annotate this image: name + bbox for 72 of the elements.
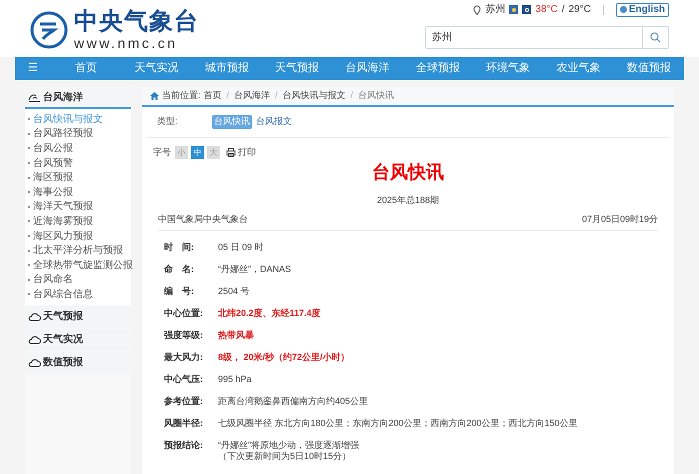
field-label: 强度等级: bbox=[164, 330, 204, 340]
sidebar-section-header[interactable]: 台风海洋 bbox=[25, 87, 131, 109]
breadcrumb-link[interactable]: 首页 bbox=[204, 89, 222, 103]
type-option[interactable]: 台风报文 bbox=[254, 115, 294, 129]
breadcrumb-separator: / bbox=[350, 89, 354, 102]
printer-icon bbox=[226, 148, 236, 158]
sidebar-section-header[interactable]: 天气实况 bbox=[25, 328, 131, 351]
search-icon[interactable] bbox=[650, 32, 661, 43]
sidebar-item[interactable]: 海洋天气预报 bbox=[25, 200, 94, 214]
search-field[interactable]: 苏州 bbox=[425, 26, 669, 49]
breadcrumb-link[interactable]: 台风海洋 bbox=[234, 89, 270, 103]
field-label: 命 名: bbox=[164, 264, 195, 274]
breadcrumb-label: 当前位置: bbox=[162, 89, 201, 102]
breadcrumb-separator: / bbox=[275, 89, 278, 102]
temperature-separator: / bbox=[562, 3, 565, 17]
field-value: “丹娜丝”将原地少动，强度逐渐增强 bbox=[218, 440, 359, 450]
sidebar-item[interactable]: 台风路径预报 bbox=[25, 126, 94, 142]
agency-name: 中国气象局中央气象台 bbox=[158, 213, 248, 226]
sun-icon bbox=[509, 5, 518, 14]
field-value: 8级， 20米/秒（约72公里/小时） bbox=[218, 352, 350, 362]
low-temperature: 29°C bbox=[568, 3, 591, 17]
search-input[interactable]: 苏州 bbox=[426, 30, 642, 45]
sidebar-item[interactable]: 全球热带气旋监测公报 bbox=[25, 258, 134, 273]
field-value: 05 日 09 时 bbox=[218, 242, 264, 252]
field-label: 风圈半径: bbox=[164, 418, 204, 428]
moon-icon bbox=[522, 5, 532, 14]
field-value: 距离台湾鹅銮鼻西偏南方向约405公里 bbox=[218, 396, 368, 406]
field-label: 中心位置: bbox=[164, 308, 204, 318]
breadcrumb-separator: / bbox=[226, 89, 230, 102]
logo-url: www.nmc.cn bbox=[74, 36, 179, 50]
field-label: 中心气压: bbox=[164, 374, 204, 384]
wave-icon bbox=[28, 92, 41, 102]
sidebar-item[interactable]: 近海海雾预报 bbox=[25, 214, 94, 229]
field-value: 七级风圈半径 东北方向180公里；东南方向200公里；西南方向200公里；西北方向150公里 bbox=[218, 418, 578, 428]
field-value: 2504 号 bbox=[218, 286, 250, 296]
sidebar-item[interactable]: 台风预警 bbox=[25, 156, 74, 170]
sidebar-section-header[interactable]: 天气预报 bbox=[25, 306, 131, 328]
breadcrumb-link[interactable]: 台风快讯与报文 bbox=[282, 89, 346, 103]
sidebar-item[interactable]: 北太平洋分析与预报 bbox=[25, 243, 124, 258]
sidebar-item[interactable]: 海事公报 bbox=[25, 184, 74, 200]
sidebar-item[interactable]: 台风公报 bbox=[25, 141, 74, 156]
sidebar-item[interactable]: 台风综合信息 bbox=[25, 287, 94, 302]
city-name: 苏州 bbox=[485, 2, 506, 17]
field-label: 时 间: bbox=[164, 242, 195, 252]
field-value: 北纬20.2度、东经117.4度 bbox=[218, 308, 321, 318]
sidebar-item[interactable]: 海区风力预报 bbox=[25, 228, 94, 244]
location-pin-icon bbox=[473, 4, 482, 14]
field-value: 995 hPa bbox=[218, 374, 252, 384]
article-title: 台风快讯 bbox=[371, 160, 445, 182]
cloud-icon bbox=[28, 357, 41, 368]
field-note: （下次更新时间为5日10时15分） bbox=[218, 450, 352, 462]
home-icon bbox=[150, 92, 159, 100]
logo-title: 中央气象台 bbox=[74, 10, 199, 34]
issue-number: 2025年总188期 bbox=[376, 194, 440, 206]
font-size-label: 字号 bbox=[153, 146, 171, 159]
issue-time: 07月05日09时19分 bbox=[582, 213, 658, 226]
field-label: 编 号: bbox=[164, 286, 195, 296]
print-button[interactable]: 打印 bbox=[226, 146, 256, 160]
sidebar-section-header[interactable]: 数值预报 bbox=[25, 352, 131, 374]
sidebar-item[interactable]: 台风命名 bbox=[25, 272, 74, 288]
sidebar-item[interactable]: 海区预报 bbox=[25, 170, 74, 185]
type-label: 类型: bbox=[157, 115, 179, 128]
cloud-icon bbox=[28, 334, 41, 346]
field-label: 预报结论: bbox=[164, 440, 204, 450]
high-temperature: 38°C bbox=[535, 3, 558, 17]
field-value: “丹娜丝”，DANAS bbox=[218, 264, 292, 274]
field-value: 热带风暴 bbox=[218, 330, 254, 340]
field-label: 最大风力: bbox=[164, 352, 204, 362]
language-button[interactable]: English bbox=[616, 2, 669, 16]
logo-icon bbox=[30, 11, 68, 49]
cloud-icon bbox=[28, 311, 41, 322]
field-label: 参考位置: bbox=[164, 396, 204, 406]
